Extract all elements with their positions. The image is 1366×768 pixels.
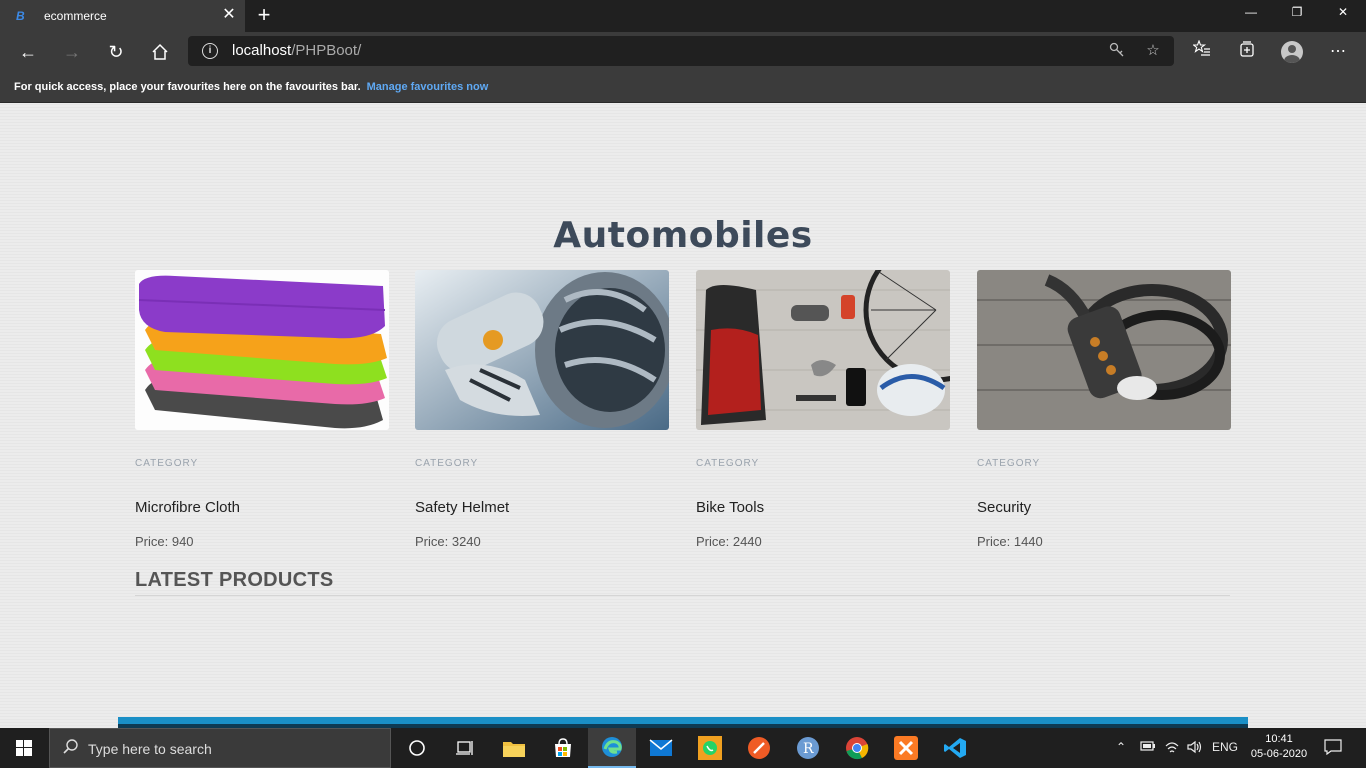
product-image-safety-helmet[interactable]: [415, 270, 669, 430]
product-card[interactable]: CATEGORY Safety Helmet Price: 3240: [415, 270, 669, 549]
url-text[interactable]: localhost/PHPBoot/: [232, 42, 361, 59]
address-bar[interactable]: i localhost/PHPBoot/ ☆: [188, 36, 1174, 66]
page-viewport: Automobiles CATEGORY Microfibre Cloth Pr…: [0, 103, 1366, 728]
cortana-icon[interactable]: [393, 728, 441, 768]
refresh-button[interactable]: ↻: [104, 40, 128, 64]
product-card[interactable]: CATEGORY Bike Tools Price: 2440: [696, 270, 950, 549]
product-price: Price: 3240: [415, 534, 481, 549]
volume-icon[interactable]: [1186, 740, 1204, 757]
product-name[interactable]: Microfibre Cloth: [135, 499, 389, 516]
edge-icon[interactable]: [588, 728, 636, 768]
task-view-icon[interactable]: [441, 728, 489, 768]
home-icon: [152, 43, 168, 60]
product-category: CATEGORY: [415, 458, 479, 469]
windows-logo-icon: [16, 740, 32, 756]
browser-tab-ecommerce[interactable]: B ecommerce ✕: [0, 0, 245, 32]
product-name[interactable]: Security: [977, 499, 1231, 516]
back-button[interactable]: ←: [16, 40, 40, 64]
forward-button[interactable]: →: [60, 40, 84, 64]
product-category: CATEGORY: [977, 458, 1041, 469]
new-tab-button[interactable]: +: [253, 4, 275, 26]
product-price: Price: 1440: [977, 534, 1043, 549]
product-price: Price: 2440: [696, 534, 762, 549]
chrome-icon[interactable]: [833, 728, 881, 768]
clock-time: 10:41: [1265, 733, 1293, 745]
language-indicator[interactable]: ENG: [1212, 740, 1238, 754]
start-button[interactable]: [0, 728, 48, 768]
favourite-star-icon[interactable]: ☆: [1144, 42, 1162, 60]
taskbar-clock[interactable]: 10:41 05-06-2020: [1248, 732, 1310, 762]
product-image-microfibre-cloth[interactable]: [135, 270, 389, 430]
product-card[interactable]: CATEGORY Security Price: 1440: [977, 270, 1231, 549]
key-icon[interactable]: [1108, 42, 1126, 60]
product-image-security[interactable]: [977, 270, 1231, 430]
postman-icon[interactable]: [735, 728, 783, 768]
search-placeholder: Type here to search: [88, 741, 212, 757]
search-icon: [62, 738, 80, 761]
product-category: CATEGORY: [135, 458, 199, 469]
product-category: CATEGORY: [696, 458, 760, 469]
battery-icon[interactable]: [1140, 740, 1156, 755]
favourites-bar: For quick access, place your favourites …: [0, 72, 1366, 103]
footer-bar: [118, 717, 1248, 728]
browser-toolbar: ← → ↻ i localhost/PHPBoot/ ☆ ⋯: [0, 32, 1366, 72]
product-name[interactable]: Bike Tools: [696, 499, 950, 516]
collections-icon[interactable]: [1235, 40, 1259, 64]
favourites-icon[interactable]: [1190, 39, 1214, 64]
minimize-button[interactable]: —: [1228, 0, 1274, 24]
wifi-icon[interactable]: [1164, 740, 1180, 757]
notifications-icon[interactable]: [1324, 739, 1342, 758]
product-card[interactable]: CATEGORY Microfibre Cloth Price: 940: [135, 270, 389, 549]
section-divider: [135, 595, 1230, 596]
close-tab-icon[interactable]: ✕: [221, 7, 237, 23]
site-info-icon[interactable]: i: [202, 43, 218, 59]
whatsapp-icon[interactable]: [686, 728, 734, 768]
favourites-bar-message: For quick access, place your favourites …: [14, 81, 361, 93]
restore-button[interactable]: ❐: [1274, 0, 1320, 24]
product-name[interactable]: Safety Helmet: [415, 499, 669, 516]
taskbar-search-box[interactable]: Type here to search: [49, 728, 391, 768]
profile-avatar-icon[interactable]: [1281, 41, 1303, 63]
tab-title: ecommerce: [44, 9, 107, 23]
section-heading: Automobiles: [553, 215, 813, 256]
url-host: localhost: [232, 42, 292, 59]
latest-products-heading: LATEST PRODUCTS: [135, 569, 334, 591]
xampp-icon[interactable]: [882, 728, 930, 768]
manage-favourites-link[interactable]: Manage favourites now: [367, 81, 489, 93]
window-controls: — ❐ ✕: [1228, 0, 1366, 32]
url-path: /PHPBoot/: [291, 42, 362, 59]
r-icon[interactable]: R: [784, 728, 832, 768]
more-options-icon[interactable]: ⋯: [1326, 40, 1350, 64]
file-explorer-icon[interactable]: [490, 728, 538, 768]
vscode-icon[interactable]: [931, 728, 979, 768]
mail-icon[interactable]: [637, 728, 685, 768]
browser-tab-strip: B ecommerce ✕ + — ❐ ✕: [0, 0, 1366, 32]
close-window-button[interactable]: ✕: [1320, 0, 1366, 24]
home-button[interactable]: [148, 40, 172, 64]
product-price: Price: 940: [135, 534, 194, 549]
windows-taskbar: Type here to search R ⌃ ENG 10:41 05-06-…: [0, 728, 1366, 768]
clock-date: 05-06-2020: [1250, 748, 1308, 760]
svg-text:R: R: [803, 741, 814, 757]
site-favicon-icon: B: [16, 9, 25, 23]
show-hidden-icons-chevron-icon[interactable]: ⌃: [1116, 740, 1126, 754]
product-image-bike-tools[interactable]: [696, 270, 950, 430]
store-icon[interactable]: [539, 728, 587, 768]
